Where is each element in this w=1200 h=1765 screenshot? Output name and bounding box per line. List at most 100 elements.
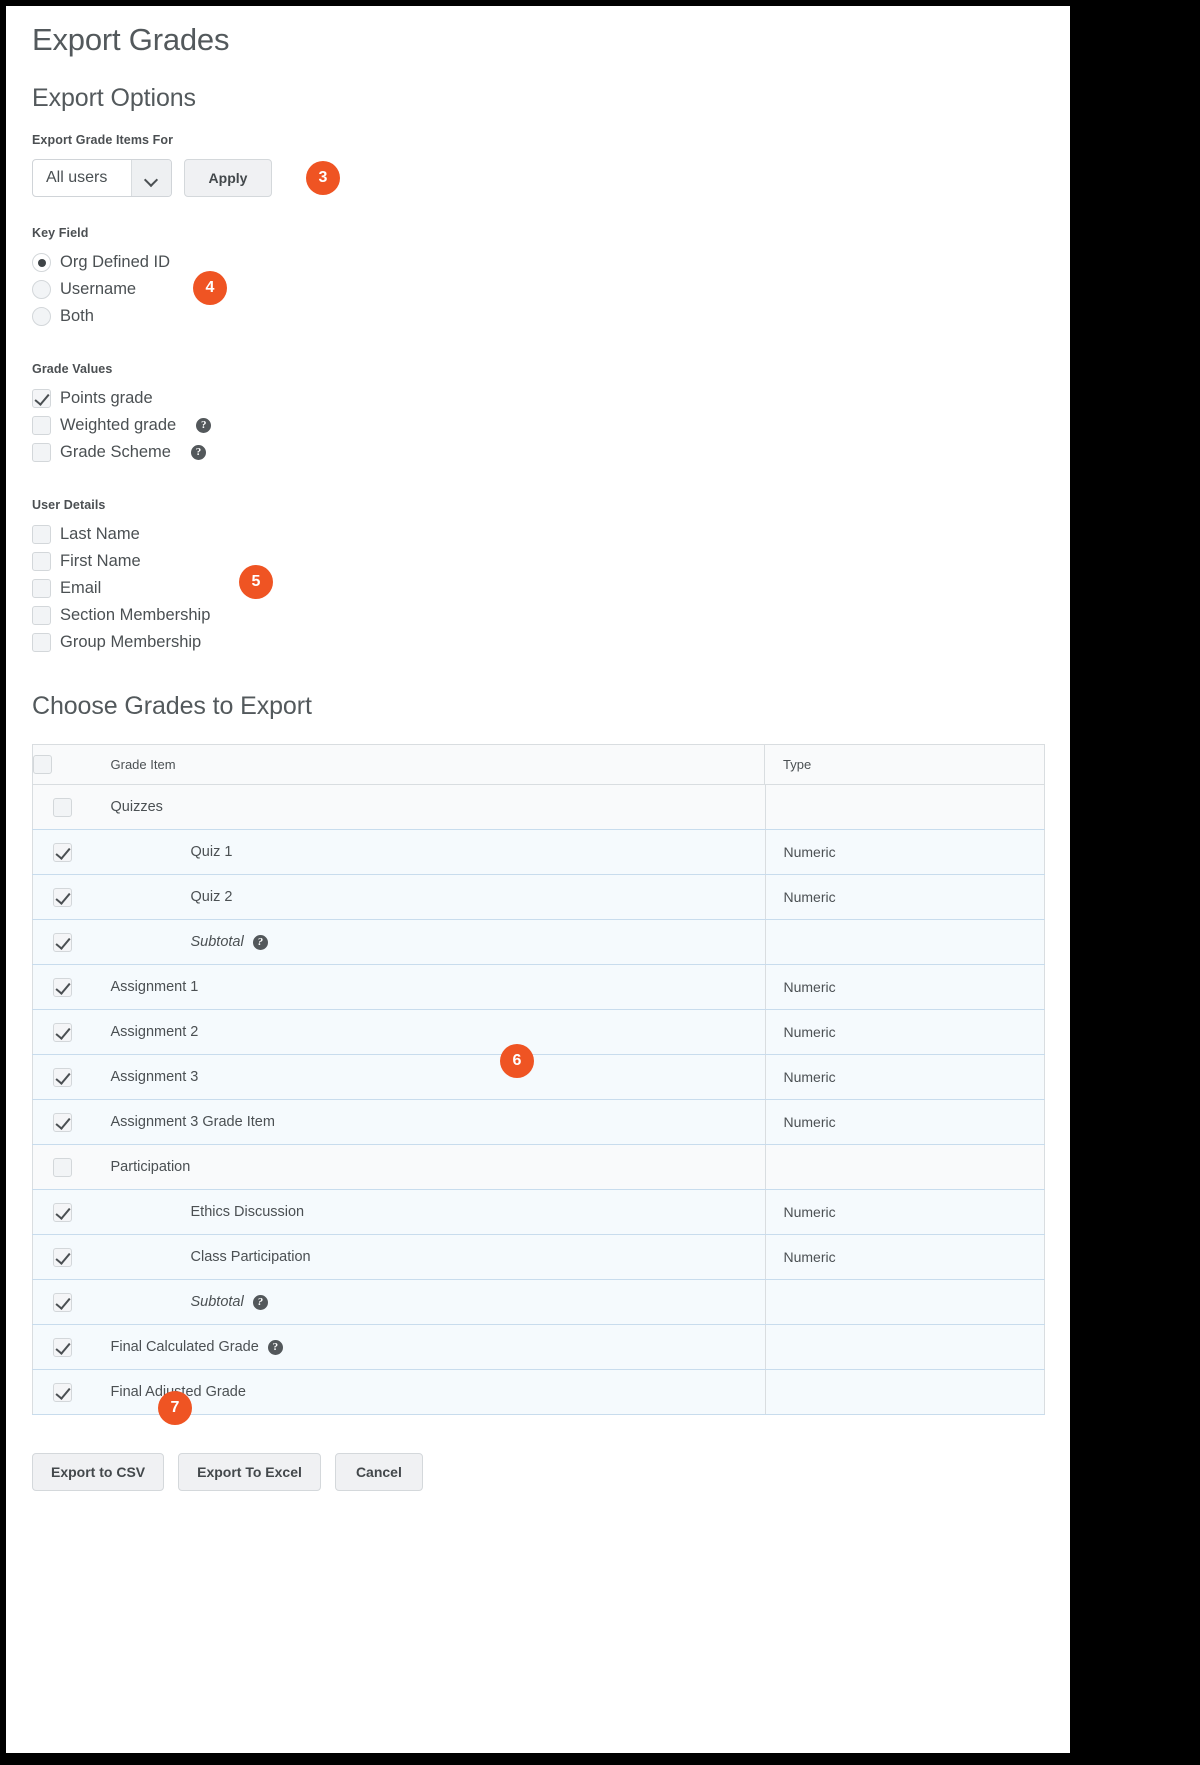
cancel-button[interactable]: Cancel [334,1453,423,1491]
type-value: Numeric [764,1055,1045,1099]
row-checkbox[interactable] [53,887,73,907]
table-row[interactable]: Quiz 1 Numeric [32,829,1045,875]
row-checkbox[interactable] [53,1382,73,1402]
grade-item-name: Final Calculated Grade [110,1339,259,1355]
type-value: Numeric [764,1100,1045,1144]
table-row[interactable]: Assignment 3 Grade Item Numeric [32,1099,1045,1145]
grade-item-cell: Participation [92,1144,765,1190]
type-value: Numeric [764,965,1045,1009]
grade-item-name: Quiz 2 [190,889,233,905]
chevron-down-icon[interactable] [131,160,171,196]
row-checkbox[interactable] [53,1067,73,1087]
checkbox-first-name[interactable]: First Name [32,548,1070,575]
row-checkbox-cell[interactable] [32,964,93,1010]
row-checkbox[interactable] [53,842,73,862]
grade-item-cell: Class Participation [92,1234,765,1280]
select-all-checkbox[interactable] [33,755,52,774]
type-header: Type [764,744,1045,785]
key-field-group: Org Defined ID Username Both 4 [32,249,1070,330]
row-checkbox[interactable] [53,1157,73,1177]
row-checkbox-cell[interactable] [32,1369,93,1415]
row-checkbox[interactable] [53,1337,73,1357]
row-checkbox-cell[interactable] [32,919,93,965]
table-row[interactable]: Ethics Discussion Numeric [32,1189,1045,1235]
radio-both[interactable]: Both [32,303,1070,330]
export-to-excel-button[interactable]: Export To Excel [178,1453,321,1491]
row-checkbox[interactable] [53,977,73,997]
row-checkbox[interactable] [53,932,73,952]
table-row[interactable]: Final Calculated Grade? [32,1324,1045,1370]
radio-label: Both [60,307,94,325]
grade-item-name: Participation [110,1159,191,1175]
grade-item-cell: Subtotal? [92,919,765,965]
checkbox-indicator [32,443,51,462]
checkbox-group-membership[interactable]: Group Membership [32,629,1070,656]
grade-item-name: Assignment 3 [110,1069,199,1085]
apply-button[interactable]: Apply [184,159,272,197]
checkbox-grade-scheme[interactable]: Grade Scheme ? [32,439,1070,466]
footer-actions: Export to CSV Export To Excel Cancel 7 [6,1391,1070,1491]
grade-item-cell: Final Adjusted Grade [92,1369,765,1415]
grades-table: Grade Item Type Quizzes Quiz 1 Numeric Quiz… [32,744,1045,1415]
table-row[interactable]: Quiz 2 Numeric [32,874,1045,920]
user-details-label: User Details [32,498,106,512]
export-to-csv-button[interactable]: Export to CSV [32,1453,165,1491]
select-all-header[interactable] [32,744,93,785]
row-checkbox-cell[interactable] [32,1324,93,1370]
row-checkbox[interactable] [53,1112,73,1132]
row-checkbox-cell[interactable] [32,1099,93,1145]
checkbox-indicator [32,416,51,435]
type-cell: Numeric [764,1189,1045,1235]
type-value [764,785,1045,829]
screenshot-frame: Export Grades Export Options Export Grad… [0,0,1200,1765]
row-checkbox-cell[interactable] [32,1279,93,1325]
grade-item-name: Class Participation [190,1249,311,1265]
table-row[interactable]: Assignment 1 Numeric [32,964,1045,1010]
checkbox-points-grade[interactable]: Points grade [32,385,1070,412]
table-row[interactable]: Assignment 2 Numeric [32,1009,1045,1055]
radio-username[interactable]: Username [32,276,1070,303]
grade-item-cell: Quiz 2 [92,874,765,920]
row-checkbox-cell[interactable] [32,1009,93,1055]
row-checkbox-cell[interactable] [32,1054,93,1100]
row-checkbox[interactable] [53,1202,73,1222]
grade-item-name: Assignment 1 [110,979,199,995]
help-icon[interactable]: ? [267,1339,283,1355]
table-row[interactable]: Quizzes [32,784,1045,830]
row-checkbox-cell[interactable] [32,1144,93,1190]
table-row[interactable]: Subtotal? [32,1279,1045,1325]
type-cell: Numeric [764,1009,1045,1055]
table-row[interactable]: Assignment 3 Numeric [32,1054,1045,1100]
help-icon[interactable]: ? [196,418,212,433]
row-checkbox[interactable] [53,1022,73,1042]
row-checkbox-cell[interactable] [32,1189,93,1235]
row-checkbox[interactable] [53,797,73,817]
type-value [764,1145,1045,1189]
row-checkbox-cell[interactable] [32,874,93,920]
row-checkbox[interactable] [53,1247,73,1267]
type-cell: Numeric [764,1099,1045,1145]
help-icon[interactable]: ? [190,445,206,460]
checkbox-last-name[interactable]: Last Name [32,521,1070,548]
checkbox-weighted-grade[interactable]: Weighted grade ? [32,412,1070,439]
export-for-select[interactable]: All users [32,159,172,197]
checkbox-email[interactable]: Email [32,575,1070,602]
grade-item-name: Subtotal [190,934,244,950]
table-row[interactable]: Class Participation Numeric [32,1234,1045,1280]
radio-indicator [32,307,51,326]
help-icon[interactable]: ? [252,934,268,950]
table-row[interactable]: Participation [32,1144,1045,1190]
table-row[interactable]: Subtotal? [32,919,1045,965]
checkbox-indicator [32,389,51,408]
radio-org-defined-id[interactable]: Org Defined ID [32,249,1070,276]
row-checkbox-cell[interactable] [32,829,93,875]
row-checkbox[interactable] [53,1292,73,1312]
grade-item-name: Subtotal [190,1294,244,1310]
checkbox-indicator [32,633,51,652]
checkbox-section-membership[interactable]: Section Membership [32,602,1070,629]
row-checkbox-cell[interactable] [32,784,93,830]
row-checkbox-cell[interactable] [32,1234,93,1280]
grades-table-wrap: Grade Item Type Quizzes Quiz 1 Numeric Quiz… [6,744,1070,1415]
type-value: Numeric [764,1235,1045,1279]
help-icon[interactable]: ? [252,1294,268,1310]
